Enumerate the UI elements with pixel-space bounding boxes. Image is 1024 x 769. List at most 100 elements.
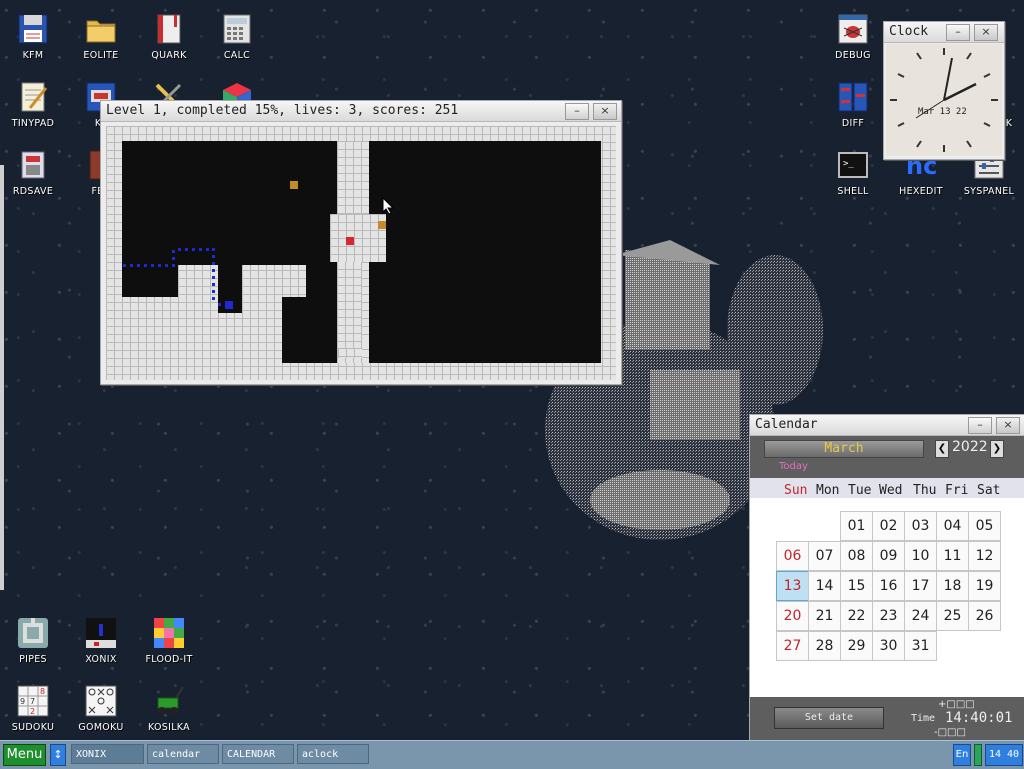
task-button-aclock[interactable]: aclock (297, 744, 369, 764)
day-cell[interactable]: 28 (808, 631, 841, 661)
day-cell[interactable]: 10 (904, 541, 937, 571)
time-label: Time (911, 713, 936, 724)
time-spin-up-buttons[interactable]: +□□□ (938, 699, 975, 710)
day-cell[interactable]: 07 (808, 541, 841, 571)
time-spin-down-buttons[interactable]: -□□□ (934, 727, 966, 738)
prev-year-button[interactable]: ❮ (935, 440, 949, 458)
desktop-icon-rdsave[interactable]: RDSAVE (2, 142, 64, 206)
calendar-titlebar[interactable]: Calendar – × (750, 415, 1024, 436)
day-cell[interactable]: 03 (904, 511, 937, 541)
today-link[interactable]: Today (779, 461, 808, 472)
day-cell[interactable]: 09 (872, 541, 905, 571)
minimize-button[interactable]: – (946, 24, 970, 41)
day-cell[interactable]: 31 (904, 631, 937, 661)
desktop-icon-kosilka[interactable]: KOSILKA (138, 678, 200, 742)
desktop-icon-tinypad[interactable]: TINYPAD (2, 74, 64, 138)
xonix-unclaimed-area (322, 333, 338, 363)
desktop-icon-label: TINYPAD (11, 118, 55, 129)
desktop-icon-label: FLOOD-IT (145, 654, 193, 665)
desktop-icon-quark[interactable]: QUARK (138, 6, 200, 70)
rdsave-icon (16, 148, 50, 182)
day-cell[interactable]: 17 (904, 571, 937, 601)
taskbar-clock[interactable]: 14 40 (985, 744, 1023, 766)
day-cell[interactable]: 26 (968, 601, 1001, 631)
minimize-button[interactable]: – (565, 103, 589, 120)
day-cell[interactable]: 14 (808, 571, 841, 601)
day-cell[interactable]: 06 (776, 541, 809, 571)
bug-icon (836, 12, 870, 46)
day-cell[interactable]: 19 (968, 571, 1001, 601)
task-button-calendar[interactable]: calendar (147, 744, 219, 764)
day-cell[interactable]: 21 (808, 601, 841, 631)
xonix-game-field[interactable] (106, 126, 616, 380)
xonix-window[interactable]: Level 1, completed 15%, lives: 3, scores… (100, 100, 622, 385)
desktop-icon-label: QUARK (151, 50, 187, 61)
day-cell[interactable]: 04 (936, 511, 969, 541)
desktop-icon-xonix[interactable]: XONIX (70, 610, 132, 674)
xonix-unclaimed-area (369, 141, 601, 363)
desktop-icon-eolite[interactable]: EOLITE (70, 6, 132, 70)
xonix-enemy-ball (290, 181, 298, 189)
close-button[interactable]: × (996, 417, 1020, 434)
time-value: 14:40:01 (945, 710, 1013, 726)
svg-text:8: 8 (40, 687, 45, 696)
day-cell[interactable]: 02 (872, 511, 905, 541)
clock-titlebar[interactable]: Clock – × (884, 22, 1004, 43)
calendar-window[interactable]: Calendar – × March ❮ 2022 ❯ Today Sun Mo… (749, 414, 1024, 742)
day-cell[interactable]: 16 (872, 571, 905, 601)
xonix-icon (84, 616, 118, 650)
task-button-xonix[interactable]: XONIX (71, 744, 144, 764)
day-cell[interactable]: 24 (904, 601, 937, 631)
day-cell[interactable]: 20 (776, 601, 809, 631)
xonix-titlebar[interactable]: Level 1, completed 15%, lives: 3, scores… (101, 101, 621, 122)
desktop-icon-sudoku[interactable]: 8 972 SUDOKU (2, 678, 64, 742)
desktop-icon-label: CALC (223, 50, 251, 61)
minimize-button[interactable]: – (968, 417, 992, 434)
mower-icon (152, 684, 186, 718)
day-cell[interactable]: 27 (776, 631, 809, 661)
xonix-unclaimed-area (122, 141, 337, 265)
language-indicator[interactable]: En (953, 744, 971, 766)
desktop-icon-shell[interactable]: >_ SHELL (822, 142, 884, 206)
next-year-button[interactable]: ❯ (990, 440, 1004, 458)
task-button-calendar-window[interactable]: CALENDAR (222, 744, 294, 764)
day-cell[interactable]: 29 (840, 631, 873, 661)
day-cell[interactable]: 30 (872, 631, 905, 661)
day-cell[interactable]: 01 (840, 511, 873, 541)
day-cell[interactable]: 23 (872, 601, 905, 631)
day-cell[interactable]: 25 (936, 601, 969, 631)
svg-text:>_: >_ (843, 159, 854, 169)
day-cell[interactable]: 22 (840, 601, 873, 631)
floppy-icon (16, 12, 50, 46)
sudoku-icon: 8 972 (16, 684, 50, 718)
xonix-enemy-ball (378, 221, 386, 229)
close-button[interactable]: × (593, 103, 617, 120)
pipes-icon (16, 616, 50, 650)
day-cell-today[interactable]: 13 (776, 571, 809, 601)
day-cell[interactable]: 11 (936, 541, 969, 571)
mouse-cursor-icon (382, 196, 395, 219)
desktop-icon-gomoku[interactable]: GOMOKU (70, 678, 132, 742)
desktop-icon-kfm[interactable]: KFM (2, 6, 64, 70)
day-cell[interactable]: 08 (840, 541, 873, 571)
desktop-icon-flood-it[interactable]: FLOOD-IT (138, 610, 200, 674)
calendar-header-panel: March ❮ 2022 ❯ Today (750, 436, 1024, 478)
menu-button[interactable]: Menu (3, 744, 46, 766)
calendar-window-title: Calendar (755, 417, 818, 432)
book-icon (152, 12, 186, 46)
xonix-claimed-block (338, 348, 362, 358)
month-selector[interactable]: March (764, 440, 924, 458)
clock-window[interactable]: Clock – × Mar 13 22 (883, 21, 1005, 160)
desktop-icon-pipes[interactable]: PIPES (2, 610, 64, 674)
day-cell[interactable]: 15 (840, 571, 873, 601)
day-cell[interactable]: 12 (968, 541, 1001, 571)
desktop-icon-diff[interactable]: DIFF (822, 74, 884, 138)
desktop-icon-calc[interactable]: CALC (206, 6, 268, 70)
desktop-icon-debug[interactable]: DEBUG (822, 6, 884, 70)
taskbar-switch-icon[interactable]: ↕ (50, 744, 66, 766)
weekday-sun: Sun (784, 483, 808, 498)
close-button[interactable]: × (974, 24, 998, 41)
set-date-button[interactable]: Set date (774, 707, 884, 729)
day-cell[interactable]: 18 (936, 571, 969, 601)
day-cell[interactable]: 05 (968, 511, 1001, 541)
